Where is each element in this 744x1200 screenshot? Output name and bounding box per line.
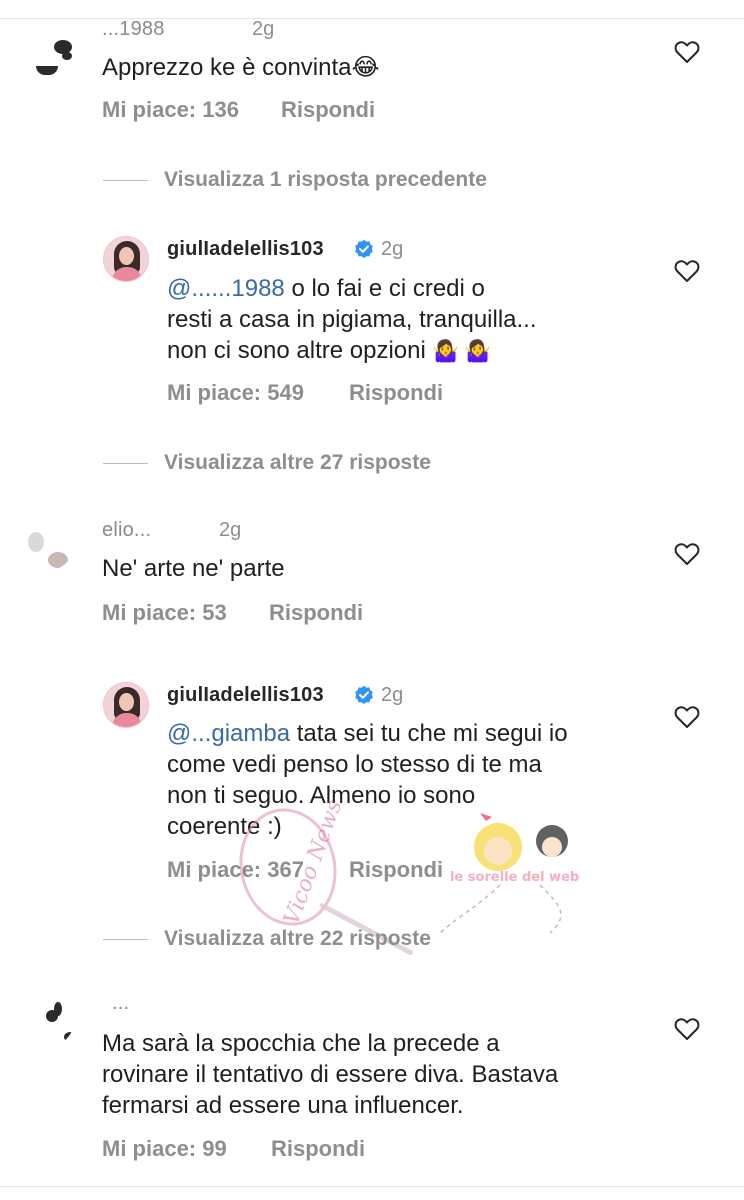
view-more-label[interactable]: Visualizza altre 22 risposte: [164, 927, 431, 951]
reply-button[interactable]: Rispondi: [349, 857, 443, 883]
reply-username[interactable]: giulIadelellis103: [167, 238, 324, 261]
avatar[interactable]: [24, 996, 74, 1046]
reply-text: @......1988 o lo fai e ci credi o resti …: [167, 275, 537, 364]
comment-username[interactable]: ...1988: [102, 18, 165, 41]
comment-username[interactable]: elio...: [102, 519, 151, 542]
heart-icon[interactable]: [674, 705, 700, 729]
reply-timestamp: 2g: [381, 684, 404, 706]
thread-line: [103, 179, 148, 181]
heart-icon[interactable]: [674, 40, 700, 64]
mention-link[interactable]: @...giamba: [167, 720, 290, 747]
reply-button[interactable]: Rispondi: [281, 97, 375, 123]
heart-icon[interactable]: [674, 259, 700, 283]
svg-text:le sorelle del web: le sorelle del web: [450, 870, 579, 885]
watermark-cartoon: le sorelle del web: [440, 813, 579, 934]
view-previous-replies[interactable]: Visualizza 1 risposta precedente: [103, 168, 487, 192]
avatar[interactable]: [103, 236, 149, 282]
avatar[interactable]: [103, 682, 149, 728]
view-more-replies[interactable]: Visualizza altre 22 risposte: [103, 927, 431, 951]
like-count[interactable]: Mi piace: 53: [102, 600, 227, 626]
comment-timestamp: 2g: [252, 18, 275, 40]
reply-username[interactable]: giulIadelellis103: [167, 684, 324, 707]
comment-timestamp: 2g: [219, 519, 242, 541]
comment-username[interactable]: ...: [112, 992, 129, 1015]
reply-timestamp: 2g: [381, 238, 404, 260]
reply-button[interactable]: Rispondi: [349, 380, 443, 406]
avatar[interactable]: [32, 36, 82, 86]
avatar[interactable]: [24, 520, 74, 570]
verified-badge-icon: [355, 239, 373, 258]
like-count[interactable]: Mi piace: 99: [102, 1136, 227, 1162]
reply-button[interactable]: Rispondi: [271, 1136, 365, 1162]
thread-line: [103, 938, 148, 940]
laughing-emoji: 😂: [351, 54, 380, 81]
reply-button[interactable]: Rispondi: [269, 600, 363, 626]
heart-icon[interactable]: [674, 542, 700, 566]
thread-line: [103, 462, 148, 464]
like-count[interactable]: Mi piace: 549: [167, 380, 304, 406]
view-more-label[interactable]: Visualizza altre 27 risposte: [164, 451, 431, 475]
bottom-divider: [0, 1186, 744, 1187]
mention-link[interactable]: @......1988: [167, 275, 285, 302]
view-more-replies[interactable]: Visualizza altre 27 risposte: [103, 451, 431, 475]
comment-text: Apprezzo ke è convinta😂: [102, 54, 380, 81]
view-previous-label[interactable]: Visualizza 1 risposta precedente: [164, 168, 487, 192]
comment-text: Ne' arte ne' parte: [102, 555, 285, 582]
heart-icon[interactable]: [674, 1017, 700, 1041]
comment-text: Ma sarà la spocchia che la precede a rov…: [102, 1030, 559, 1119]
verified-badge-icon: [355, 685, 373, 704]
like-count[interactable]: Mi piace: 136: [102, 97, 239, 123]
shrug-emoji: 🤷‍♀️ 🤷‍♀️: [432, 340, 491, 363]
